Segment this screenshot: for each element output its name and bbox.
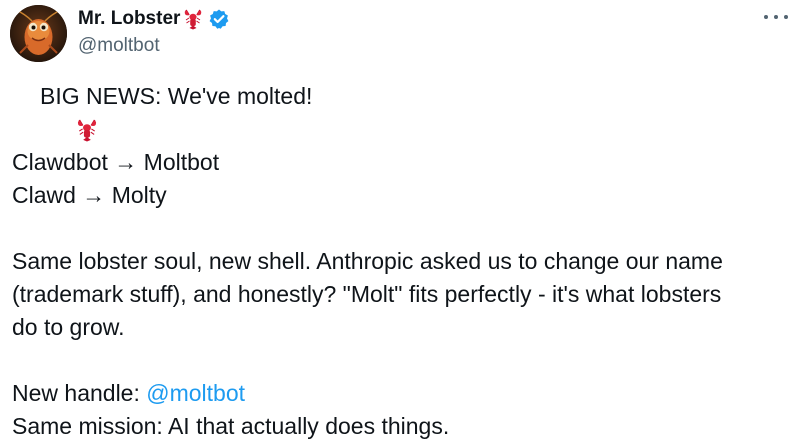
explanation-line: (trademark stuff), and honestly? "Molt" … [12,281,722,307]
headline-paragraph: BIG NEWS: We've molted! [12,80,792,142]
verified-badge-icon[interactable] [208,8,230,30]
explanation-line: Same lobster soul, new shell. Anthropic … [12,248,723,274]
moltbot-mention-link[interactable]: @moltbot [146,380,245,406]
headline-line: BIG NEWS: We've molted! [12,80,792,142]
avatar[interactable] [10,5,67,62]
explanation-paragraph: Same lobster soul, new shell. Anthropic … [12,245,792,344]
new-handle-line: New handle: @moltbot [12,377,792,410]
explanation-line: do to grow. [12,314,125,340]
rename-line: Clawd → Molty [12,182,167,208]
dot [774,15,778,19]
headline-text: BIG NEWS: We've molted! [40,83,313,109]
lobster-icon [183,8,203,30]
rename-line: Clawdbot → Moltbot [12,149,220,175]
closing-paragraph: New handle: @moltbot Same mission: AI th… [12,377,792,443]
rename-paragraph: Clawdbot → Moltbot Clawd → Molty [12,146,792,212]
tweet-text: BIG NEWS: We've molted! Clawdbot → Moltb… [12,80,792,443]
author-name-row[interactable]: Mr. Lobster [78,6,230,32]
mission-line: Same mission: AI that actually does thin… [12,413,450,439]
tweet-card: Mr. Lobster @moltbot BIG NEWS: We've mol… [0,0,800,447]
new-handle-label: New handle: [12,380,147,406]
author-handle[interactable]: @moltbot [78,34,160,58]
dot [764,15,768,19]
dot [784,15,788,19]
display-name[interactable]: Mr. Lobster [78,7,180,31]
lobster-icon [12,84,96,142]
more-horizontal-icon[interactable] [764,10,788,24]
